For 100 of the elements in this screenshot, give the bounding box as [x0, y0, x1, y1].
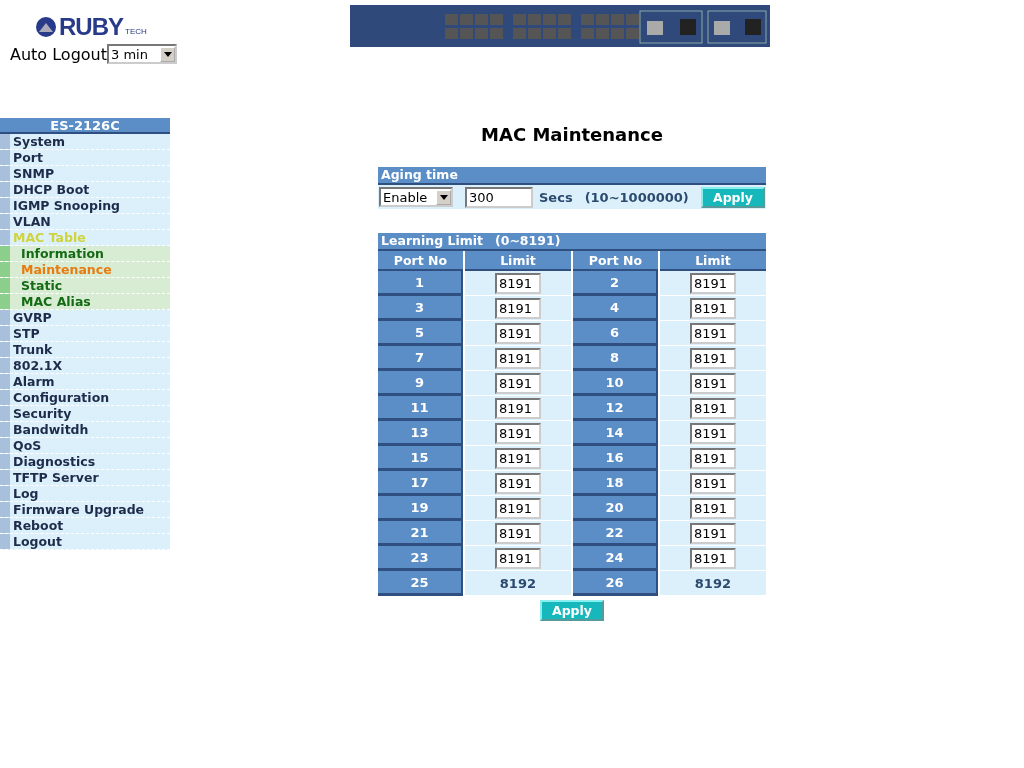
limit-input-field[interactable]: 8191	[494, 397, 541, 419]
auto-logout-label: Auto Logout	[10, 44, 107, 64]
menu-bullet-icon	[0, 470, 10, 485]
port-number: 9	[378, 371, 463, 396]
limit-input-field[interactable]: 8191	[494, 347, 541, 369]
port-number: 19	[378, 496, 463, 521]
menu-bullet-icon	[0, 326, 10, 341]
menu-item[interactable]: Port	[10, 150, 43, 165]
port-number: 5	[378, 321, 463, 346]
port-number: 11	[378, 396, 463, 421]
port-number: 21	[378, 521, 463, 546]
limit-input-field[interactable]: 8191	[494, 372, 541, 394]
page-title: MAC Maintenance	[481, 124, 663, 145]
section-header: Learning Limit	[381, 233, 483, 249]
port-number: 6	[573, 321, 658, 346]
menu-bullet-icon	[0, 342, 10, 357]
menu-bullet-icon	[0, 518, 10, 533]
menu-item[interactable]: QoS	[10, 438, 42, 453]
port-number: 25	[378, 571, 463, 596]
port-number: 15	[378, 446, 463, 471]
port-number: 14	[573, 421, 658, 446]
limit-value: 8192	[659, 571, 766, 596]
port-number: 20	[573, 496, 658, 521]
limit-input-field[interactable]: 8191	[689, 547, 736, 569]
limit-value: 8192	[464, 571, 571, 596]
menu-bullet-icon	[0, 182, 10, 197]
limit-input-field[interactable]: 8191	[689, 447, 736, 469]
limit-input-field[interactable]: 8191	[494, 447, 541, 469]
limit-input-field[interactable]: 8191	[689, 522, 736, 544]
port-number: 22	[573, 521, 658, 546]
limit-input-field[interactable]: 8191	[689, 347, 736, 369]
port-number: 12	[573, 396, 658, 421]
logo-globe-icon	[35, 16, 57, 38]
limit-input-field[interactable]: 8191	[494, 547, 541, 569]
menu-bullet-icon	[0, 358, 10, 373]
port-number: 10	[573, 371, 658, 396]
port-number: 3	[378, 296, 463, 321]
menu-bullet-icon	[0, 230, 10, 245]
port-number: 7	[378, 346, 463, 371]
menu-bullet-icon	[0, 310, 10, 325]
menu-bullet-icon	[0, 374, 10, 389]
menu-item[interactable]: Log	[10, 486, 39, 501]
port-number: 18	[573, 471, 658, 496]
logo-suffix: TECH	[125, 26, 147, 36]
range-label: (0~8191)	[494, 233, 561, 249]
port-number: 8	[573, 346, 658, 371]
auto-logout-select[interactable]: 3 min	[107, 44, 177, 64]
menu-bullet-icon	[0, 438, 10, 453]
menu-bullet-icon	[0, 390, 10, 405]
limit-input-field[interactable]: 8191	[494, 322, 541, 344]
port-number: 13	[378, 421, 463, 446]
port-number: 26	[573, 571, 658, 596]
menu-bullet-icon	[0, 294, 10, 309]
limit-input-field[interactable]: 8191	[689, 422, 736, 444]
menu-bullet-icon	[0, 262, 10, 277]
column-header: Limit	[659, 251, 766, 271]
menu-title: ES-2126C	[0, 118, 170, 134]
port-number: 17	[378, 471, 463, 496]
limit-input-field[interactable]: 8191	[689, 372, 736, 394]
menu-bullet-icon	[0, 406, 10, 421]
column-header: Port No	[378, 251, 463, 271]
port-number: 1	[378, 271, 463, 296]
logo-text: RUBY	[59, 13, 123, 41]
port-number: 4	[573, 296, 658, 321]
column-header: Limit	[464, 251, 571, 271]
menu-bullet-icon	[0, 150, 10, 165]
column-header: Port No	[573, 251, 658, 271]
menu-bullet-icon	[0, 454, 10, 469]
port-number: 23	[378, 546, 463, 571]
menu-bullet-icon	[0, 502, 10, 517]
menu-bullet-icon	[0, 134, 10, 149]
limit-input-field[interactable]: 8191	[494, 497, 541, 519]
menu-bullet-icon	[0, 278, 10, 293]
menu-bullet-icon	[0, 534, 10, 549]
aging-time-input-field[interactable]: 300	[465, 186, 533, 208]
menu-bullet-icon	[0, 486, 10, 501]
limit-input-field[interactable]: 8191	[689, 272, 736, 294]
limit-input-field[interactable]: 8191	[494, 272, 541, 294]
limit-input-field[interactable]: 8191	[689, 472, 736, 494]
menu-bullet-icon	[0, 422, 10, 437]
unit-label: Secs	[539, 189, 573, 205]
port-number: 24	[573, 546, 658, 571]
limit-input-field[interactable]: 8191	[494, 522, 541, 544]
range-label: (10~1000000)	[584, 189, 689, 205]
limit-input-field[interactable]: 8191	[689, 322, 736, 344]
menu-bullet-icon	[0, 246, 10, 261]
menu-bullet-icon	[0, 214, 10, 229]
limit-input-field[interactable]: 8191	[494, 297, 541, 319]
limit-input-field[interactable]: 8191	[689, 497, 736, 519]
port-number: 2	[573, 271, 658, 296]
port-number: 16	[573, 446, 658, 471]
menu-bullet-icon	[0, 166, 10, 181]
limit-input-field[interactable]: 8191	[494, 472, 541, 494]
limit-input-field[interactable]: 8191	[689, 397, 736, 419]
limit-input-field[interactable]: 8191	[494, 422, 541, 444]
aging-mode-select[interactable]: Enable	[379, 187, 453, 207]
menu-bullet-icon	[0, 198, 10, 213]
menu-item[interactable]: STP	[10, 326, 40, 341]
section-header: Aging time	[381, 167, 458, 183]
limit-input-field[interactable]: 8191	[689, 297, 736, 319]
